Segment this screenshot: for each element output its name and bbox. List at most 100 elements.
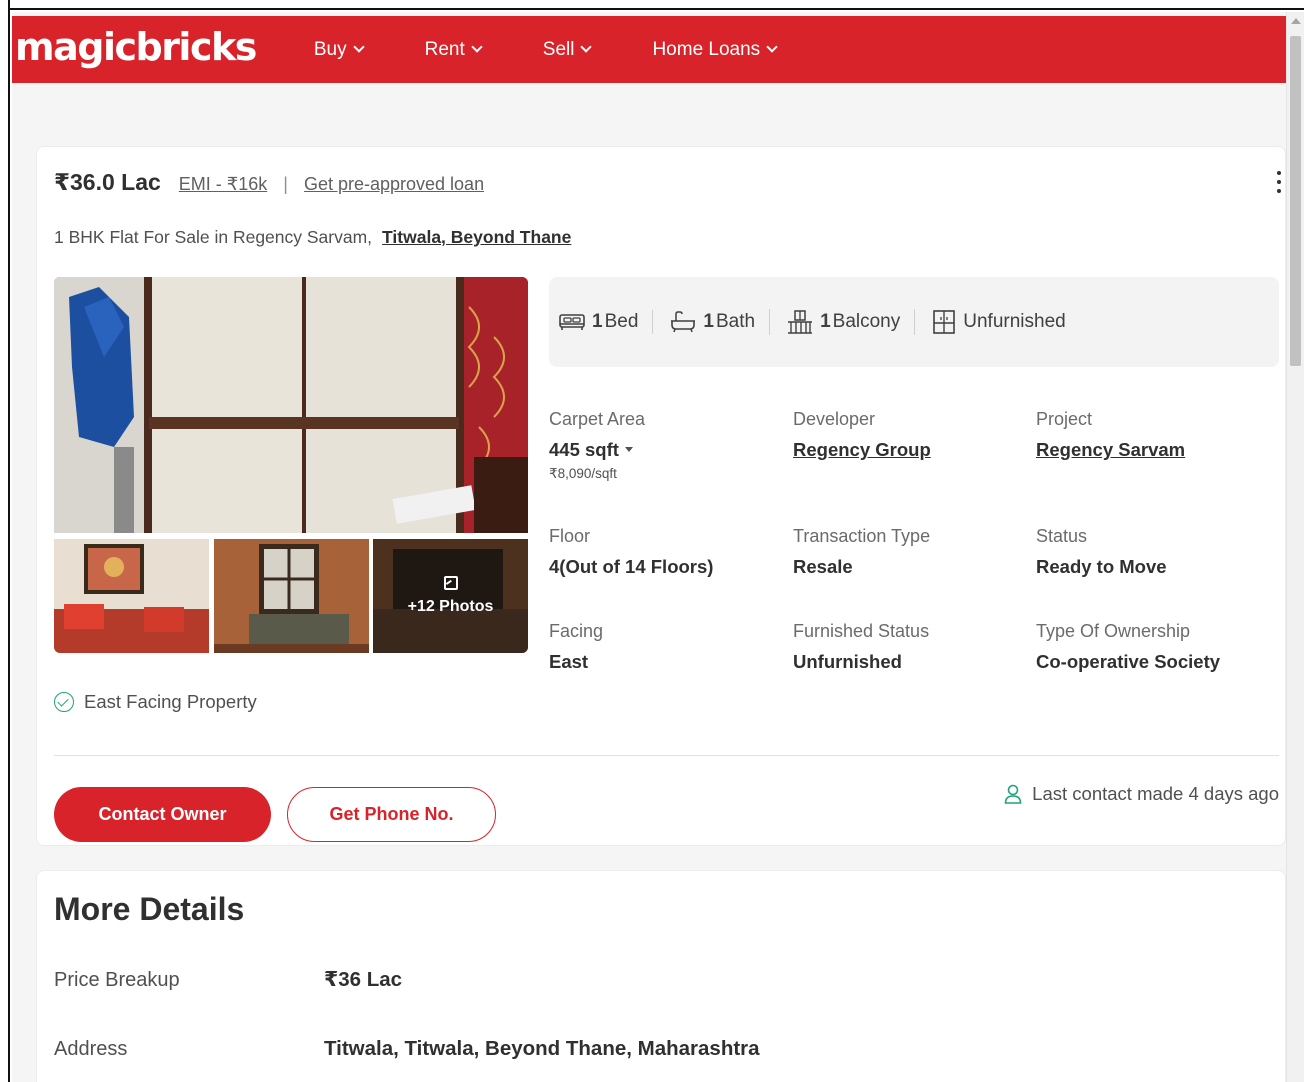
carpet-area-label: Carpet Area [549,409,646,429]
ownership-label: Type Of Ownership [1036,621,1191,641]
bath-count: 1 [703,311,714,332]
more-details-card: More Details Price Breakup ₹36 Lac Addre… [36,870,1286,1082]
bed-label: Bed [604,311,639,332]
furnishing-label: Unfurnished [963,311,1066,332]
wardrobe-photo [54,277,528,533]
image-icon [443,576,458,590]
bedroom-photo [214,539,369,653]
price-breakup-label: Price Breakup [54,969,180,991]
contact-owner-button[interactable]: Contact Owner [54,787,271,842]
get-phone-button[interactable]: Get Phone No. [287,787,496,842]
scrollbar-thumb[interactable] [1290,36,1301,366]
window-top-border [0,0,1304,10]
amenity-bed: 1 Bed [558,311,652,333]
feature-highlight: East Facing Property [54,691,257,713]
balcony-icon [786,309,814,335]
more-photos-label: +12 Photos [407,598,494,615]
nav-buy[interactable]: Buy [313,38,365,61]
balcony-count: 1 [820,311,831,332]
nav-rent[interactable]: Rent [424,38,483,61]
chevron-down-icon [471,41,483,53]
transaction-type-label: Transaction Type [793,526,931,546]
top-navbar: magicbricks Buy Rent Sell Home Loans [12,16,1286,83]
thumbnail-photo-1[interactable] [54,539,209,653]
status-label: Status [1036,526,1088,546]
detail-ownership: Type Of Ownership Co-operative Society [1036,621,1220,673]
vertical-scrollbar[interactable] [1286,12,1304,1082]
scroll-up-icon[interactable] [1291,18,1301,24]
amenity-bath: 1 Bath [652,310,769,334]
nav-home-loans-label: Home Loans [652,38,761,60]
furnished-status-label: Furnished Status [793,621,930,641]
property-card: ₹36.0 Lac EMI - ₹16k | Get pre-approved … [36,146,1286,846]
more-options-icon[interactable] [1275,171,1283,199]
property-location-link[interactable]: Titwala, Beyond Thane [382,227,571,247]
amenity-balcony: 1 Balcony [769,309,914,335]
page-content: magicbricks Buy Rent Sell Home Loans ₹36… [12,12,1286,1082]
living-room-photo [54,539,209,653]
nav-sell-label: Sell [542,38,575,60]
detail-project: Project Regency Sarvam [1036,409,1185,461]
facing-label: Facing [549,621,604,641]
status-value: Ready to Move [1036,556,1167,577]
nav-sell[interactable]: Sell [542,38,593,61]
more-photos-overlay[interactable]: +12 Photos [373,539,528,653]
carpet-area-value[interactable]: 445 sqft [549,439,645,461]
caret-down-icon [624,446,633,452]
price-breakup-value: ₹36 Lac [324,968,403,991]
detail-transaction-type: Transaction Type Resale [793,526,930,578]
price-per-sqft: ₹8,090/sqft [549,466,617,481]
user-icon [1004,784,1022,804]
facing-value: East [549,651,589,672]
check-circle-icon [54,692,74,712]
carpet-area-text: 445 sqft [549,439,619,460]
furnishing-icon [931,309,957,335]
amenity-furnishing: Unfurnished [914,309,1079,335]
chevron-down-icon [766,41,778,53]
floor-label: Floor [549,526,591,546]
price-separator: | [283,174,288,194]
thumbnail-photo-more[interactable]: +12 Photos [373,539,528,653]
detail-developer: Developer Regency Group [793,409,931,461]
detail-carpet-area: Carpet Area 445 sqft ₹8,090/sqft [549,409,645,482]
feature-text: East Facing Property [84,691,257,712]
emi-link[interactable]: EMI - ₹16k [179,174,267,195]
more-details-title: More Details [54,891,245,927]
ownership-value: Co-operative Society [1036,651,1221,672]
last-contact-text: Last contact made 4 days ago [1032,783,1279,804]
balcony-label: Balcony [832,311,901,332]
pre-approved-loan-link[interactable]: Get pre-approved loan [304,174,484,195]
thumbnail-photo-2[interactable] [214,539,369,653]
bath-icon [669,310,697,334]
chevron-down-icon [580,41,593,53]
magicbricks-logo[interactable]: magicbricks [15,25,257,69]
nav-rent-label: Rent [424,38,465,60]
bed-icon [558,311,586,333]
property-title-text: 1 BHK Flat For Sale in Regency Sarvam, [54,227,373,247]
address-value: Titwala, Titwala, Beyond Thane, Maharash… [324,1037,760,1060]
main-nav: Buy Rent Sell Home Loans [314,39,838,61]
detail-status: Status Ready to Move [1036,526,1167,578]
window-left-border [0,0,10,1082]
address-label: Address [54,1038,128,1060]
main-property-photo[interactable] [54,277,528,533]
card-divider [54,755,1279,756]
bath-label: Bath [715,311,756,332]
furnished-status-value: Unfurnished [793,651,902,672]
developer-link[interactable]: Regency Group [793,439,931,461]
price-row: ₹36.0 Lac EMI - ₹16k | Get pre-approved … [54,169,484,196]
property-title: 1 BHK Flat For Sale in Regency Sarvam, Ti… [54,227,571,248]
chevron-down-icon [352,41,365,53]
bed-count: 1 [592,311,603,332]
nav-buy-label: Buy [313,38,347,60]
property-price: ₹36.0 Lac [54,169,161,195]
detail-floor: Floor 4(Out of 14 Floors) [549,526,713,578]
detail-facing: Facing East [549,621,603,673]
detail-furnished-status: Furnished Status Unfurnished [793,621,929,673]
developer-label: Developer [793,409,876,429]
project-label: Project [1036,409,1093,429]
more-details-row: Price Breakup ₹36 Lac [54,967,402,992]
project-link[interactable]: Regency Sarvam [1036,439,1185,461]
transaction-type-value: Resale [793,556,853,577]
nav-home-loans[interactable]: Home Loans [652,38,778,61]
